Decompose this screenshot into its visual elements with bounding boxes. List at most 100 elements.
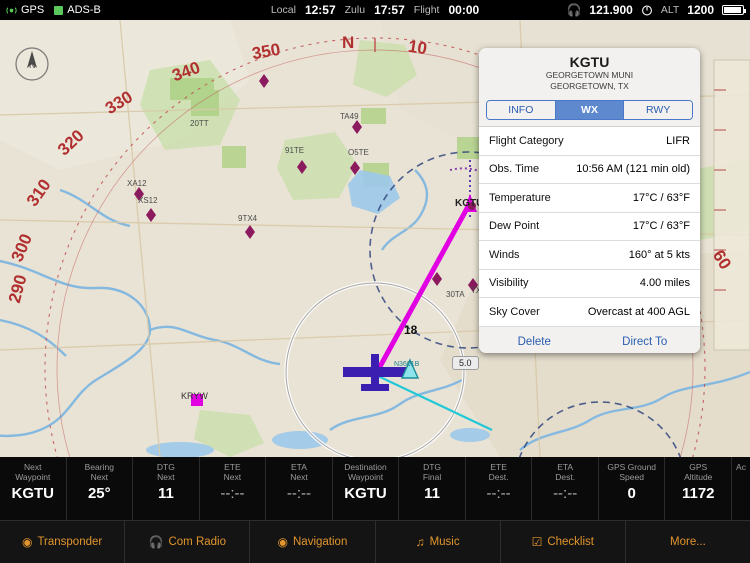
ownship-callsign-label: N3601B xyxy=(394,361,419,368)
map-canvas[interactable]: 290 300 310 320 330 340 350 N 10 60 N 20… xyxy=(0,20,750,457)
label-winds: Winds xyxy=(489,249,520,261)
label-obs-time: Obs. Time xyxy=(489,163,539,175)
toolbar-music-label: Music xyxy=(430,536,460,548)
cell-destination-waypoint[interactable]: DestinationWaypoint KGTU xyxy=(333,457,400,520)
label-bearing-next: BearingNext xyxy=(85,462,114,482)
headset-icon: 🎧 xyxy=(149,535,164,549)
cell-truncated[interactable]: Ac xyxy=(732,457,750,520)
cell-eta-dest[interactable]: ETADest. --:-- xyxy=(532,457,599,520)
row-winds: Winds 160° at 5 kts xyxy=(479,241,700,270)
local-time-value: 12:57 xyxy=(305,3,336,17)
toolbar-navigation[interactable]: ◉ Navigation xyxy=(250,521,375,563)
cell-eta-next[interactable]: ETANext --:-- xyxy=(266,457,333,520)
panel-actions: Delete Direct To xyxy=(479,327,700,354)
label-dtg-next: DTGNext xyxy=(157,462,175,482)
battery-icon xyxy=(722,5,744,15)
transponder-icon: ◉ xyxy=(22,535,32,549)
wx-rows: Flight Category LIFR Obs. Time 10:56 AM … xyxy=(479,126,700,327)
label-gps-altitude: GPSAltitude xyxy=(684,462,712,482)
local-time-label: Local xyxy=(271,4,296,16)
waypoint-label-kryw: KRYW xyxy=(181,391,208,401)
nav-data-strip: NextWaypoint KGTU BearingNext 25° DTGNex… xyxy=(0,457,750,520)
row-dew-point: Dew Point 17°C / 63°F xyxy=(479,213,700,242)
tab-info[interactable]: INFO xyxy=(487,101,556,119)
cell-ete-next[interactable]: ETENext --:-- xyxy=(200,457,267,520)
waypoint-label-20tt: 20TT xyxy=(190,119,209,128)
label-eta-dest: ETADest. xyxy=(555,462,575,482)
waypoint-label-ta49: TA49 xyxy=(340,112,359,121)
headset-icon: 🎧 xyxy=(566,3,581,17)
cell-next-waypoint[interactable]: NextWaypoint KGTU xyxy=(0,457,67,520)
north-arrow-label: N xyxy=(29,60,36,70)
value-flight-category: LIFR xyxy=(666,135,690,147)
alt-value: 1200 xyxy=(687,3,714,17)
heading-label-n: N xyxy=(342,33,354,53)
globe-icon: ◉ xyxy=(278,535,288,549)
panel-ident: KGTU xyxy=(483,54,696,70)
ownship-speed-label: 18 xyxy=(404,323,417,337)
bottom-toolbar: ◉ Transponder 🎧 Com Radio ◉ Navigation ♫… xyxy=(0,520,750,563)
label-destination-waypoint: DestinationWaypoint xyxy=(344,462,387,482)
row-obs-time: Obs. Time 10:56 AM (121 min old) xyxy=(479,156,700,185)
toolbar-transponder-label: Transponder xyxy=(37,536,102,548)
status-right: 🎧 121.900 ALT 1200 xyxy=(566,3,744,17)
com-freq-value: 121.900 xyxy=(589,3,632,17)
value-visibility: 4.00 miles xyxy=(640,277,690,289)
range-ring-value: 5.0 xyxy=(459,358,472,368)
tab-wx[interactable]: WX xyxy=(556,101,625,119)
value-winds: 160° at 5 kts xyxy=(629,249,690,261)
label-gps-ground-speed: GPS GroundSpeed xyxy=(607,462,656,482)
direct-to-button[interactable]: Direct To xyxy=(590,336,701,348)
music-icon: ♫ xyxy=(416,535,425,549)
delete-button[interactable]: Delete xyxy=(479,336,590,348)
label-dew-point: Dew Point xyxy=(489,220,539,232)
toolbar-checklist-label: Checklist xyxy=(547,536,594,548)
label-ete-dest: ETEDest. xyxy=(489,462,509,482)
flight-time-label: Flight xyxy=(414,4,440,16)
cell-dtg-final[interactable]: DTGFinal 11 xyxy=(399,457,466,520)
cell-gps-ground-speed[interactable]: GPS GroundSpeed 0 xyxy=(599,457,666,520)
value-dew-point: 17°C / 63°F xyxy=(633,220,690,232)
toolbar-navigation-label: Navigation xyxy=(293,536,347,548)
label-truncated: Ac xyxy=(736,462,746,472)
toolbar-music[interactable]: ♫ Music xyxy=(376,521,501,563)
cell-ete-dest[interactable]: ETEDest. --:-- xyxy=(466,457,533,520)
value-obs-time: 10:56 AM (121 min old) xyxy=(576,163,690,175)
panel-tabs[interactable]: INFO WX RWY xyxy=(486,100,693,120)
flight-time-value: 00:00 xyxy=(448,3,479,17)
value-ete-dest: --:-- xyxy=(487,485,511,502)
cell-gps-altitude[interactable]: GPSAltitude 1172 xyxy=(665,457,732,520)
airport-info-panel[interactable]: KGTU GEORGETOWN MUNI GEORGETOWN, TX INFO… xyxy=(479,48,700,353)
toolbar-com-radio-label: Com Radio xyxy=(168,536,226,548)
value-ete-next: --:-- xyxy=(220,485,244,502)
toolbar-com-radio[interactable]: 🎧 Com Radio xyxy=(125,521,250,563)
label-sky-cover: Sky Cover xyxy=(489,306,540,318)
value-eta-next: --:-- xyxy=(287,485,311,502)
panel-header: KGTU GEORGETOWN MUNI GEORGETOWN, TX xyxy=(479,48,700,96)
checklist-icon: ☑ xyxy=(532,535,543,549)
label-visibility: Visibility xyxy=(489,277,529,289)
zulu-time-label: Zulu xyxy=(345,4,365,16)
status-bar: GPS ADS-B Local 12:57 Zulu 17:57 Flight … xyxy=(0,0,750,20)
tab-rwy[interactable]: RWY xyxy=(624,101,692,119)
toolbar-transponder[interactable]: ◉ Transponder xyxy=(0,521,125,563)
waypoint-label-30ta: 30TA xyxy=(446,290,465,299)
toolbar-checklist[interactable]: ☑ Checklist xyxy=(501,521,626,563)
cell-dtg-next[interactable]: DTGNext 11 xyxy=(133,457,200,520)
value-dtg-final: 11 xyxy=(424,485,440,502)
app-root: GPS ADS-B Local 12:57 Zulu 17:57 Flight … xyxy=(0,0,750,563)
value-next-waypoint: KGTU xyxy=(12,485,55,502)
value-eta-dest: --:-- xyxy=(553,485,577,502)
row-temperature: Temperature 17°C / 63°F xyxy=(479,184,700,213)
label-eta-next: ETANext xyxy=(290,462,307,482)
panel-airport-city: GEORGETOWN, TX xyxy=(483,81,696,92)
label-flight-category: Flight Category xyxy=(489,135,564,147)
label-next-waypoint: NextWaypoint xyxy=(15,462,50,482)
waypoint-label-xs12: XS12 xyxy=(138,196,158,205)
range-ring-label: 5.0 xyxy=(452,356,479,370)
zulu-time-value: 17:57 xyxy=(374,3,405,17)
value-temperature: 17°C / 63°F xyxy=(633,192,690,204)
cell-bearing-next[interactable]: BearingNext 25° xyxy=(67,457,134,520)
toolbar-more[interactable]: More... xyxy=(626,521,750,563)
label-ete-next: ETENext xyxy=(224,462,241,482)
